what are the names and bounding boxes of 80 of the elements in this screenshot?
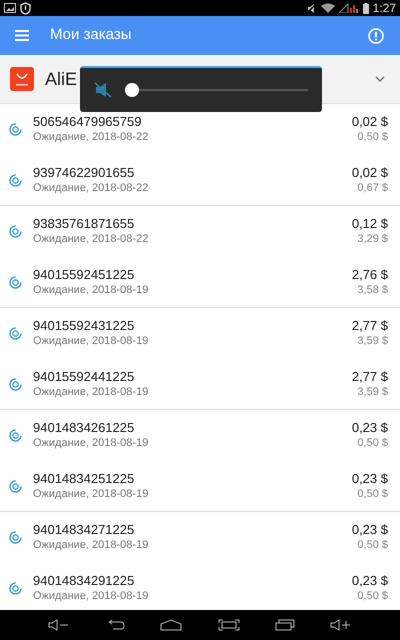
order-total: 3,59 $ xyxy=(357,334,388,349)
signal-icon xyxy=(338,3,359,13)
volume-down-icon[interactable] xyxy=(48,619,70,631)
order-amount: 0,23 $ xyxy=(352,470,388,486)
order-row[interactable]: 94015592451225 Ожидание, 2018-08-19 2,76 $ 3,58 $ xyxy=(0,257,400,308)
order-status: Ожидание, 2018-08-22 xyxy=(33,232,150,247)
order-number: 94015592431225 xyxy=(33,318,136,334)
shield-icon xyxy=(20,2,31,14)
order-total: 3,29 $ xyxy=(357,232,388,247)
store-name: AliE xyxy=(45,68,78,90)
chevron-down-icon xyxy=(375,76,385,82)
home-icon[interactable] xyxy=(160,619,182,631)
refresh-icon xyxy=(9,123,22,136)
refresh-icon xyxy=(9,327,22,340)
order-total: 3,59 $ xyxy=(357,384,388,400)
order-amount: 0,12 $ xyxy=(352,216,388,232)
order-number: 93835761871655 xyxy=(33,216,136,232)
order-status: Ожидание, 2018-08-19 xyxy=(33,334,150,349)
order-row[interactable]: 94015592441225 Ожидание, 2018-08-19 2,77 $ 3,59 $ xyxy=(0,359,400,410)
menu-icon xyxy=(15,30,29,41)
order-amount: 2,76 $ xyxy=(352,266,388,282)
order-number: 94015592451225 xyxy=(33,266,136,282)
order-status: Ожидание, 2018-08-19 xyxy=(33,436,150,451)
order-amount: 0,23 $ xyxy=(352,420,388,436)
battery-icon xyxy=(362,2,369,14)
refresh-icon xyxy=(9,480,22,492)
alert-icon xyxy=(368,28,384,44)
order-status: Ожидание, 2018-08-19 xyxy=(33,486,150,502)
clock-time: 1:27 xyxy=(372,2,396,14)
refresh-icon xyxy=(9,225,22,238)
order-total: 0,50 $ xyxy=(357,588,388,604)
app-title: Мои заказы xyxy=(50,25,132,46)
refresh-icon xyxy=(9,174,22,186)
wifi-icon xyxy=(320,2,335,14)
order-amount: 2,77 $ xyxy=(352,368,388,384)
refresh-icon xyxy=(9,276,22,288)
picture-icon xyxy=(4,3,16,13)
order-status: Ожидание, 2018-08-19 xyxy=(33,384,150,400)
slider-thumb[interactable] xyxy=(125,83,139,97)
speaker-muted-icon[interactable] xyxy=(94,82,112,98)
order-amount: 0,02 $ xyxy=(352,164,388,180)
order-amount: 0,23 $ xyxy=(352,522,388,538)
order-row[interactable]: 94015592431225 Ожидание, 2018-08-19 2,77 $ 3,59 $ xyxy=(0,308,400,359)
refresh-icon xyxy=(9,582,22,594)
mute-icon xyxy=(306,2,317,14)
order-total: 0,50 $ xyxy=(357,436,388,451)
order-status: Ожидание, 2018-08-22 xyxy=(33,180,150,196)
order-row[interactable]: 93974622901655 Ожидание, 2018-08-22 0,02 $ 0,67 $ xyxy=(0,155,400,206)
order-number: 94015592441225 xyxy=(33,368,136,384)
order-amount: 2,77 $ xyxy=(352,318,388,334)
refresh-icon xyxy=(9,531,22,544)
order-number: 93974622901655 xyxy=(33,164,136,180)
order-total: 0,50 $ xyxy=(357,486,388,502)
recent-apps-icon[interactable] xyxy=(274,619,295,631)
order-row[interactable]: 94014834261225 Ожидание, 2018-08-19 0,23 $ 0,50 $ xyxy=(0,410,400,461)
order-total: 3,58 $ xyxy=(357,282,388,298)
order-number: 94014834271225 xyxy=(33,522,136,538)
order-number: 506546479965759 xyxy=(33,114,142,130)
order-amount: 0,23 $ xyxy=(352,572,388,588)
order-status: Ожидание, 2018-08-19 xyxy=(33,282,150,298)
order-status: Ожидание, 2018-08-19 xyxy=(33,538,150,553)
order-number: 94014834261225 xyxy=(33,420,136,436)
refresh-icon xyxy=(9,429,22,442)
order-total: 0,67 $ xyxy=(357,180,388,196)
order-total: 0,50 $ xyxy=(357,130,388,145)
store-logo-icon xyxy=(10,67,34,91)
order-row[interactable]: 506546479965759 Ожидание, 2018-08-22 0,02 $ 0,50 $ xyxy=(0,104,400,155)
order-amount: 0,02 $ xyxy=(352,114,388,130)
screenshot-icon[interactable] xyxy=(218,619,240,631)
volume-slider[interactable] xyxy=(124,82,308,98)
order-status: Ожидание, 2018-08-19 xyxy=(33,588,150,604)
order-row[interactable]: 94014834251225 Ожидание, 2018-08-19 0,23 $ 0,50 $ xyxy=(0,461,400,512)
order-status: Ожидание, 2018-08-22 xyxy=(33,130,150,145)
volume-up-icon[interactable] xyxy=(330,619,352,631)
order-number: 94014834291225 xyxy=(33,572,136,588)
order-row[interactable]: 94014834271225 Ожидание, 2018-08-19 0,23 $ 0,50 $ xyxy=(0,512,400,563)
order-total: 0,50 $ xyxy=(357,538,388,553)
refresh-icon xyxy=(9,378,22,390)
order-row[interactable]: 93835761871655 Ожидание, 2018-08-22 0,12 $ 3,29 $ xyxy=(0,206,400,257)
order-number: 94014834251225 xyxy=(33,470,136,486)
